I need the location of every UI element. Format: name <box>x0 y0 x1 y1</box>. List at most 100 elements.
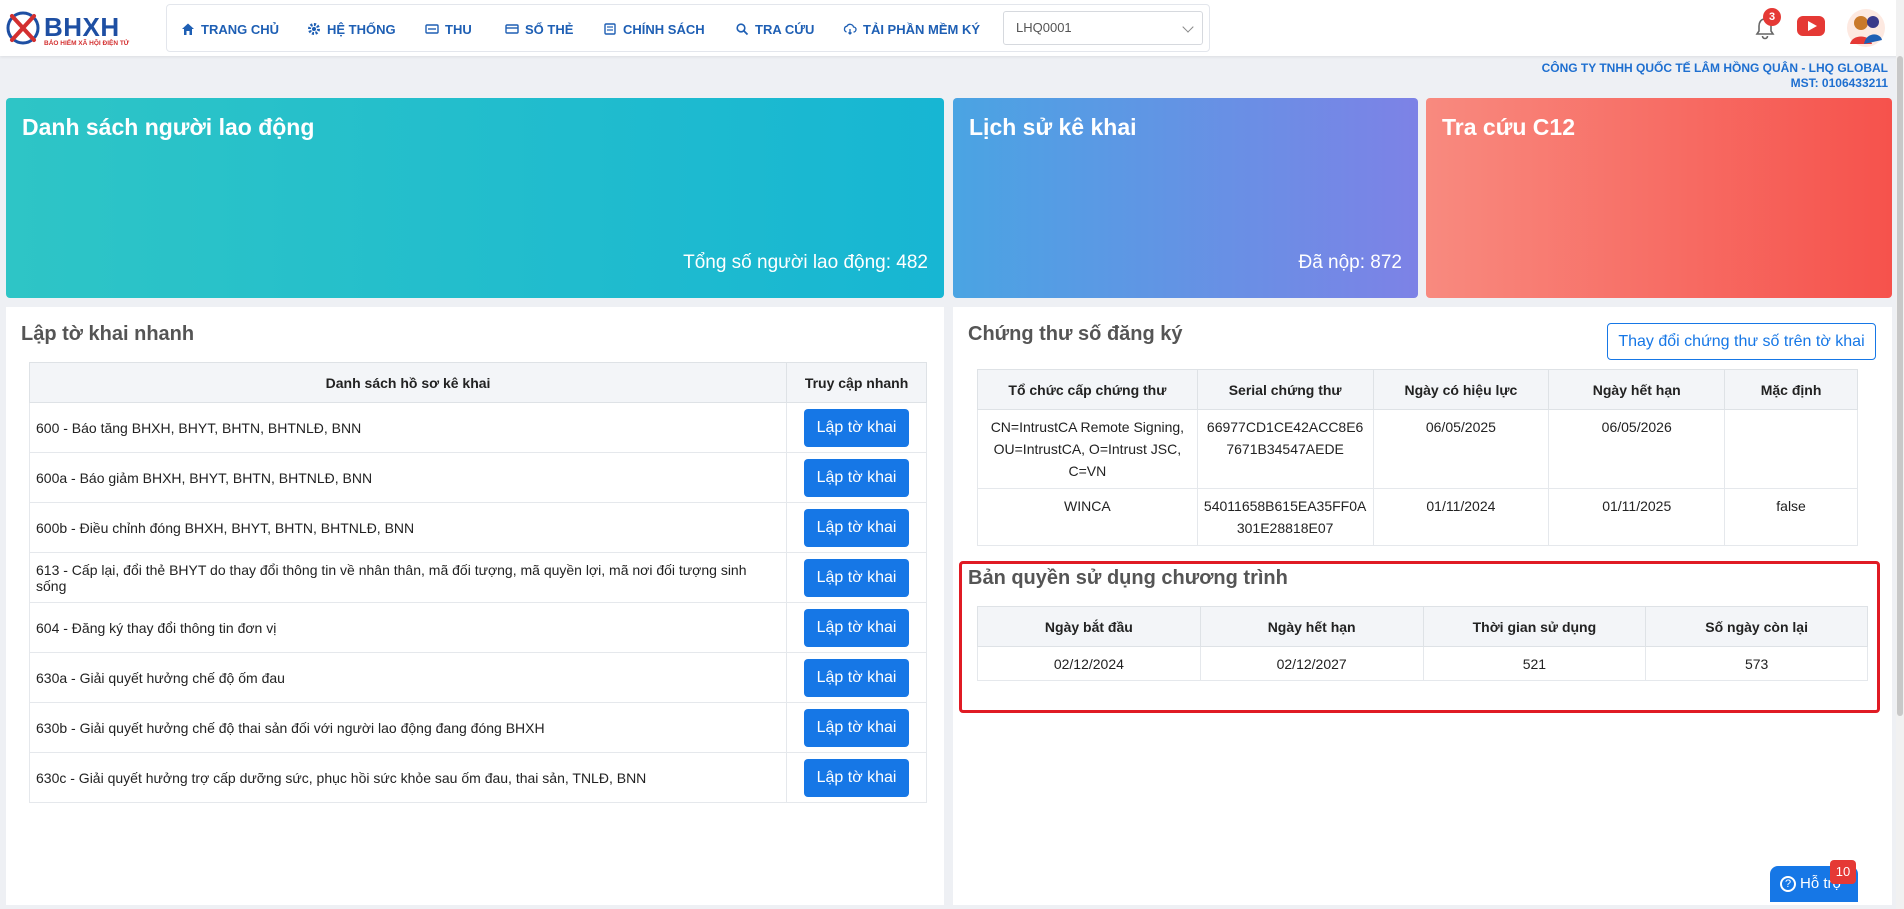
column-header: Ngày bắt đầu <box>977 606 1201 647</box>
table-row: 630b - Giải quyết hưởng chế độ thai sản … <box>28 702 927 753</box>
page-scrollbar[interactable] <box>1896 0 1904 909</box>
nav-label: TRANG CHỦ <box>201 21 279 37</box>
cert-expiry: 06/05/2026 <box>1548 409 1726 489</box>
column-header: Truy cập nhanh <box>786 362 927 403</box>
form-name: 630b - Giải quyết hưởng chế độ thai sản … <box>28 702 788 753</box>
card-icon <box>505 24 519 34</box>
column-header: Mặc định <box>1724 369 1858 410</box>
card-title: Lịch sử kê khai <box>969 114 1137 140</box>
cert-default: false <box>1724 488 1858 546</box>
create-form-button[interactable]: Lập tờ khai <box>803 758 910 797</box>
cert-valid-from: 06/05/2025 <box>1372 409 1550 489</box>
table-row[interactable]: WINCA 54011658B615EA35FF0A301E28818E07 0… <box>977 488 1858 546</box>
license-table: Ngày bắt đầu Ngày hết hạn Thời gian sử d… <box>977 606 1868 681</box>
license-start-date: 02/12/2024 <box>977 646 1201 681</box>
company-name: CÔNG TY TNHH QUỐC TẾ LÂM HỒNG QUÂN - LHQ… <box>1541 61 1888 75</box>
create-form-button[interactable]: Lập tờ khai <box>803 458 910 497</box>
cert-serial: 66977CD1CE42ACC8E67671B34547AEDE <box>1196 409 1374 489</box>
nav-label: SỔ THẺ <box>525 21 574 37</box>
form-name: 630c - Giải quyết hưởng trợ cấp dưỡng sứ… <box>28 752 788 803</box>
search-icon <box>736 23 749 36</box>
help-icon: ? <box>1780 876 1796 893</box>
cert-default <box>1724 409 1858 489</box>
cert-issuer: CN=IntrustCA Remote Signing, OU=IntrustC… <box>977 409 1198 489</box>
nav-label: CHÍNH SÁCH <box>623 21 705 37</box>
quick-forms-table: Danh sách hồ sơ kê khai Truy cập nhanh 6… <box>28 362 927 803</box>
table-row: 604 - Đăng ký thay đổi thông tin đơn vị … <box>28 602 927 653</box>
create-form-button[interactable]: Lập tờ khai <box>803 608 910 647</box>
column-header: Ngày hết hạn <box>1199 606 1424 647</box>
notification-badge: 3 <box>1763 8 1781 26</box>
cert-valid-from: 01/11/2024 <box>1372 488 1550 546</box>
cert-issuer: WINCA <box>977 488 1198 546</box>
license-title: Bản quyền sử dụng chương trình <box>968 567 1288 589</box>
policy-icon <box>604 23 616 35</box>
scrollbar-thumb[interactable] <box>1897 56 1903 716</box>
card-lookup-c12[interactable]: Tra cứu C12 <box>1426 98 1892 298</box>
form-name: 600 - Báo tăng BHXH, BHYT, BHTN, BHTNLĐ,… <box>28 402 788 453</box>
create-form-button[interactable]: Lập tờ khai <box>803 658 910 697</box>
form-name: 604 - Đăng ký thay đổi thông tin đơn vị <box>28 602 788 653</box>
nav-label: TRA CỨU <box>755 21 815 37</box>
table-row: 600 - Báo tăng BHXH, BHYT, BHTN, BHTNLĐ,… <box>28 402 927 453</box>
license-days-remaining: 573 <box>1645 646 1868 681</box>
money-icon <box>425 24 439 34</box>
column-header: Danh sách hồ sơ kê khai <box>28 362 788 403</box>
cert-serial: 54011658B615EA35FF0A301E28818E07 <box>1196 488 1374 546</box>
certificates-panel: Chứng thư số đăng ký Thay đổi chứng thư … <box>953 307 1892 905</box>
form-name: 600b - Điều chỉnh đóng BHXH, BHYT, BHTN,… <box>28 502 788 553</box>
table-row: 630a - Giải quyết hưởng chế độ ốm đau Lậ… <box>28 652 927 703</box>
certificates-title: Chứng thư số đăng ký <box>968 323 1183 345</box>
card-stat: Đã nộp: 872 <box>1298 252 1402 273</box>
certificates-table: Tổ chức cấp chứng thư Serial chứng thư N… <box>977 369 1858 546</box>
create-form-button[interactable]: Lập tờ khai <box>803 508 910 547</box>
table-row[interactable]: CN=IntrustCA Remote Signing, OU=IntrustC… <box>977 409 1858 489</box>
gear-icon <box>308 23 320 35</box>
card-title: Danh sách người lao động <box>22 114 315 140</box>
logo-tagline: BẢO HIỂM XÃ HỘI ĐIỆN TỬ <box>44 40 130 47</box>
cloud-download-icon <box>843 23 857 35</box>
logo-text: BHXH <box>44 12 120 42</box>
card-history[interactable]: Lịch sử kê khai Đã nộp: 872 <box>953 98 1418 298</box>
top-navbar: BHXH BẢO HIỂM XÃ HỘI ĐIỆN TỬ TRANG CHỦ H… <box>0 0 1904 56</box>
bhxh-logo[interactable]: BHXH BẢO HIỂM XÃ HỘI ĐIỆN TỬ <box>4 8 144 50</box>
column-header: Tổ chức cấp chứng thư <box>977 369 1198 410</box>
nav-label: HỆ THỐNG <box>327 21 396 37</box>
nav-he-thong[interactable]: HỆ THỐNG <box>307 19 396 39</box>
column-header: Ngày có hiệu lực <box>1372 369 1550 410</box>
create-form-button[interactable]: Lập tờ khai <box>803 558 910 597</box>
user-avatar[interactable] <box>1846 8 1886 48</box>
support-badge: 10 <box>1830 860 1856 884</box>
youtube-icon[interactable] <box>1797 16 1825 36</box>
form-name: 630a - Giải quyết hưởng chế độ ốm đau <box>28 652 788 703</box>
nav-thu[interactable]: THU <box>425 19 472 39</box>
column-header: Số ngày còn lại <box>1645 606 1868 647</box>
nav-tra-cuu[interactable]: TRA CỨU <box>735 19 814 39</box>
table-row: 02/12/2024 02/12/2027 521 573 <box>977 646 1868 681</box>
chevron-down-icon <box>1182 21 1194 33</box>
company-info: CÔNG TY TNHH QUỐC TẾ LÂM HỒNG QUÂN - LHQ… <box>1542 61 1888 91</box>
bhxh-logo-icon <box>6 11 40 45</box>
change-certificate-button[interactable]: Thay đổi chứng thư số trên tờ khai <box>1607 323 1876 360</box>
create-form-button[interactable]: Lập tờ khai <box>803 408 910 447</box>
card-title: Tra cứu C12 <box>1442 114 1575 140</box>
home-icon <box>182 23 194 35</box>
create-form-button[interactable]: Lập tờ khai <box>803 708 910 747</box>
column-header: Thời gian sử dụng <box>1422 606 1647 647</box>
column-header: Ngày hết hạn <box>1548 369 1726 410</box>
table-row: 613 - Cấp lại, đổi thẻ BHYT do thay đổi … <box>28 552 927 603</box>
nav-tai-phan-mem-ky[interactable]: TẢI PHẦN MỀM KÝ <box>843 19 980 39</box>
form-name: 600a - Báo giảm BHXH, BHYT, BHTN, BHTNLĐ… <box>28 452 788 503</box>
card-stat: Tổng số người lao động: 482 <box>683 252 928 273</box>
unit-select[interactable]: LHQ0001 <box>1003 11 1203 45</box>
license-end-date: 02/12/2027 <box>1199 646 1424 681</box>
nav-so-the[interactable]: SỔ THẺ <box>505 19 573 39</box>
quick-forms-panel: Lập tờ khai nhanh Danh sách hồ sơ kê kha… <box>6 307 944 905</box>
cert-expiry: 01/11/2025 <box>1548 488 1726 546</box>
card-workers[interactable]: Danh sách người lao động Tổng số người l… <box>6 98 944 298</box>
nav-label: THU <box>445 21 472 37</box>
nav-chinh-sach[interactable]: CHÍNH SÁCH <box>603 19 705 39</box>
table-row: 600b - Điều chỉnh đóng BHXH, BHYT, BHTN,… <box>28 502 927 553</box>
nav-trang-chu[interactable]: TRANG CHỦ <box>181 19 279 39</box>
unit-select-value: LHQ0001 <box>1016 20 1072 35</box>
